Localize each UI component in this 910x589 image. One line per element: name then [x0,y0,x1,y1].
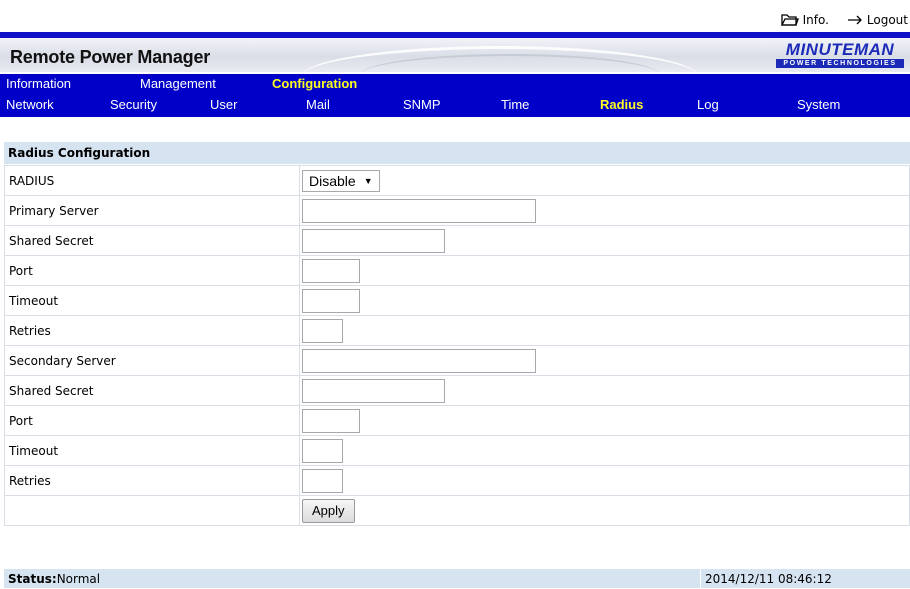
subnav-security[interactable]: Security [110,93,157,117]
logo-tagline: POWER TECHNOLOGIES [776,59,904,68]
top-links: Info. Logout [780,10,908,30]
nav-management[interactable]: Management [140,74,216,93]
form-row: Apply [4,495,910,526]
app-title: Remote Power Manager [10,47,211,67]
logo-wordmark: MINUTEMAN [785,40,895,59]
primary-nav: Information Management Configuration [0,74,910,94]
form-row: Retries [4,465,910,496]
subnav-snmp[interactable]: SNMP [403,93,441,117]
radius-label: RADIUS [4,165,300,196]
form-row: RADIUS Disable ▼ [4,165,910,196]
subnav-user[interactable]: User [210,93,237,117]
subnav-log[interactable]: Log [697,93,719,117]
subnav-network[interactable]: Network [6,93,54,117]
secondary-port-label: Port [4,405,300,436]
primary-port-label: Port [4,255,300,286]
form-row: Secondary Server [4,345,910,376]
radius-select-value: Disable [309,172,356,189]
primary-timeout-input[interactable] [302,288,360,313]
form-row: Timeout [4,285,910,316]
form-row: Shared Secret [4,225,910,256]
form-row: Port [4,405,910,436]
secondary-retries-label: Retries [4,465,300,496]
logout-link[interactable]: Logout [847,13,908,27]
primary-retries-input[interactable] [302,318,343,343]
secondary-server-input[interactable] [302,348,536,373]
brand-logo: MINUTEMAN POWER TECHNOLOGIES [774,41,906,69]
primary-server-input[interactable] [302,198,536,223]
radius-select[interactable]: Disable ▼ [302,169,380,192]
secondary-secret-label: Shared Secret [4,375,300,406]
nav-configuration[interactable]: Configuration [272,74,357,93]
chevron-down-icon: ▼ [363,175,373,186]
secondary-timeout-input[interactable] [302,438,343,463]
header-banner: Remote Power Manager MINUTEMAN POWER TEC… [0,38,910,72]
info-link-label: Info. [802,13,829,27]
folder-icon [780,14,799,26]
primary-secret-label: Shared Secret [4,225,300,256]
form-row: Shared Secret [4,375,910,406]
primary-timeout-label: Timeout [4,285,300,316]
status-value: Normal [56,572,101,586]
subnav-time[interactable]: Time [501,93,529,117]
form-row: Port [4,255,910,286]
apply-button[interactable]: Apply [302,498,355,523]
secondary-secret-input[interactable] [302,378,445,403]
primary-secret-input[interactable] [302,228,445,253]
form-row: Primary Server [4,195,910,226]
primary-port-input[interactable] [302,258,360,283]
form-row: Retries [4,315,910,346]
subnav-system[interactable]: System [797,93,840,117]
nav-information[interactable]: Information [6,74,71,93]
secondary-timeout-label: Timeout [4,435,300,466]
primary-server-label: Primary Server [4,195,300,226]
secondary-server-label: Secondary Server [4,345,300,376]
primary-retries-label: Retries [4,315,300,346]
secondary-retries-input[interactable] [302,468,343,493]
status-datetime: 2014/12/11 08:46:12 [701,569,910,588]
logout-link-label: Logout [866,13,908,27]
secondary-nav: Network Security User Mail SNMP Time Rad… [0,93,910,117]
subnav-radius[interactable]: Radius [600,93,643,117]
subnav-mail[interactable]: Mail [306,93,330,117]
secondary-port-input[interactable] [302,408,360,433]
radius-form: RADIUS Disable ▼ Primary Server Shared S… [4,165,910,526]
section-title: Radius Configuration [4,142,910,164]
arrow-right-icon [847,15,862,25]
status-bar: Status:Normal [4,569,700,588]
info-link[interactable]: Info. [780,13,829,27]
form-row: Timeout [4,435,910,466]
status-label: Status: [8,572,57,586]
